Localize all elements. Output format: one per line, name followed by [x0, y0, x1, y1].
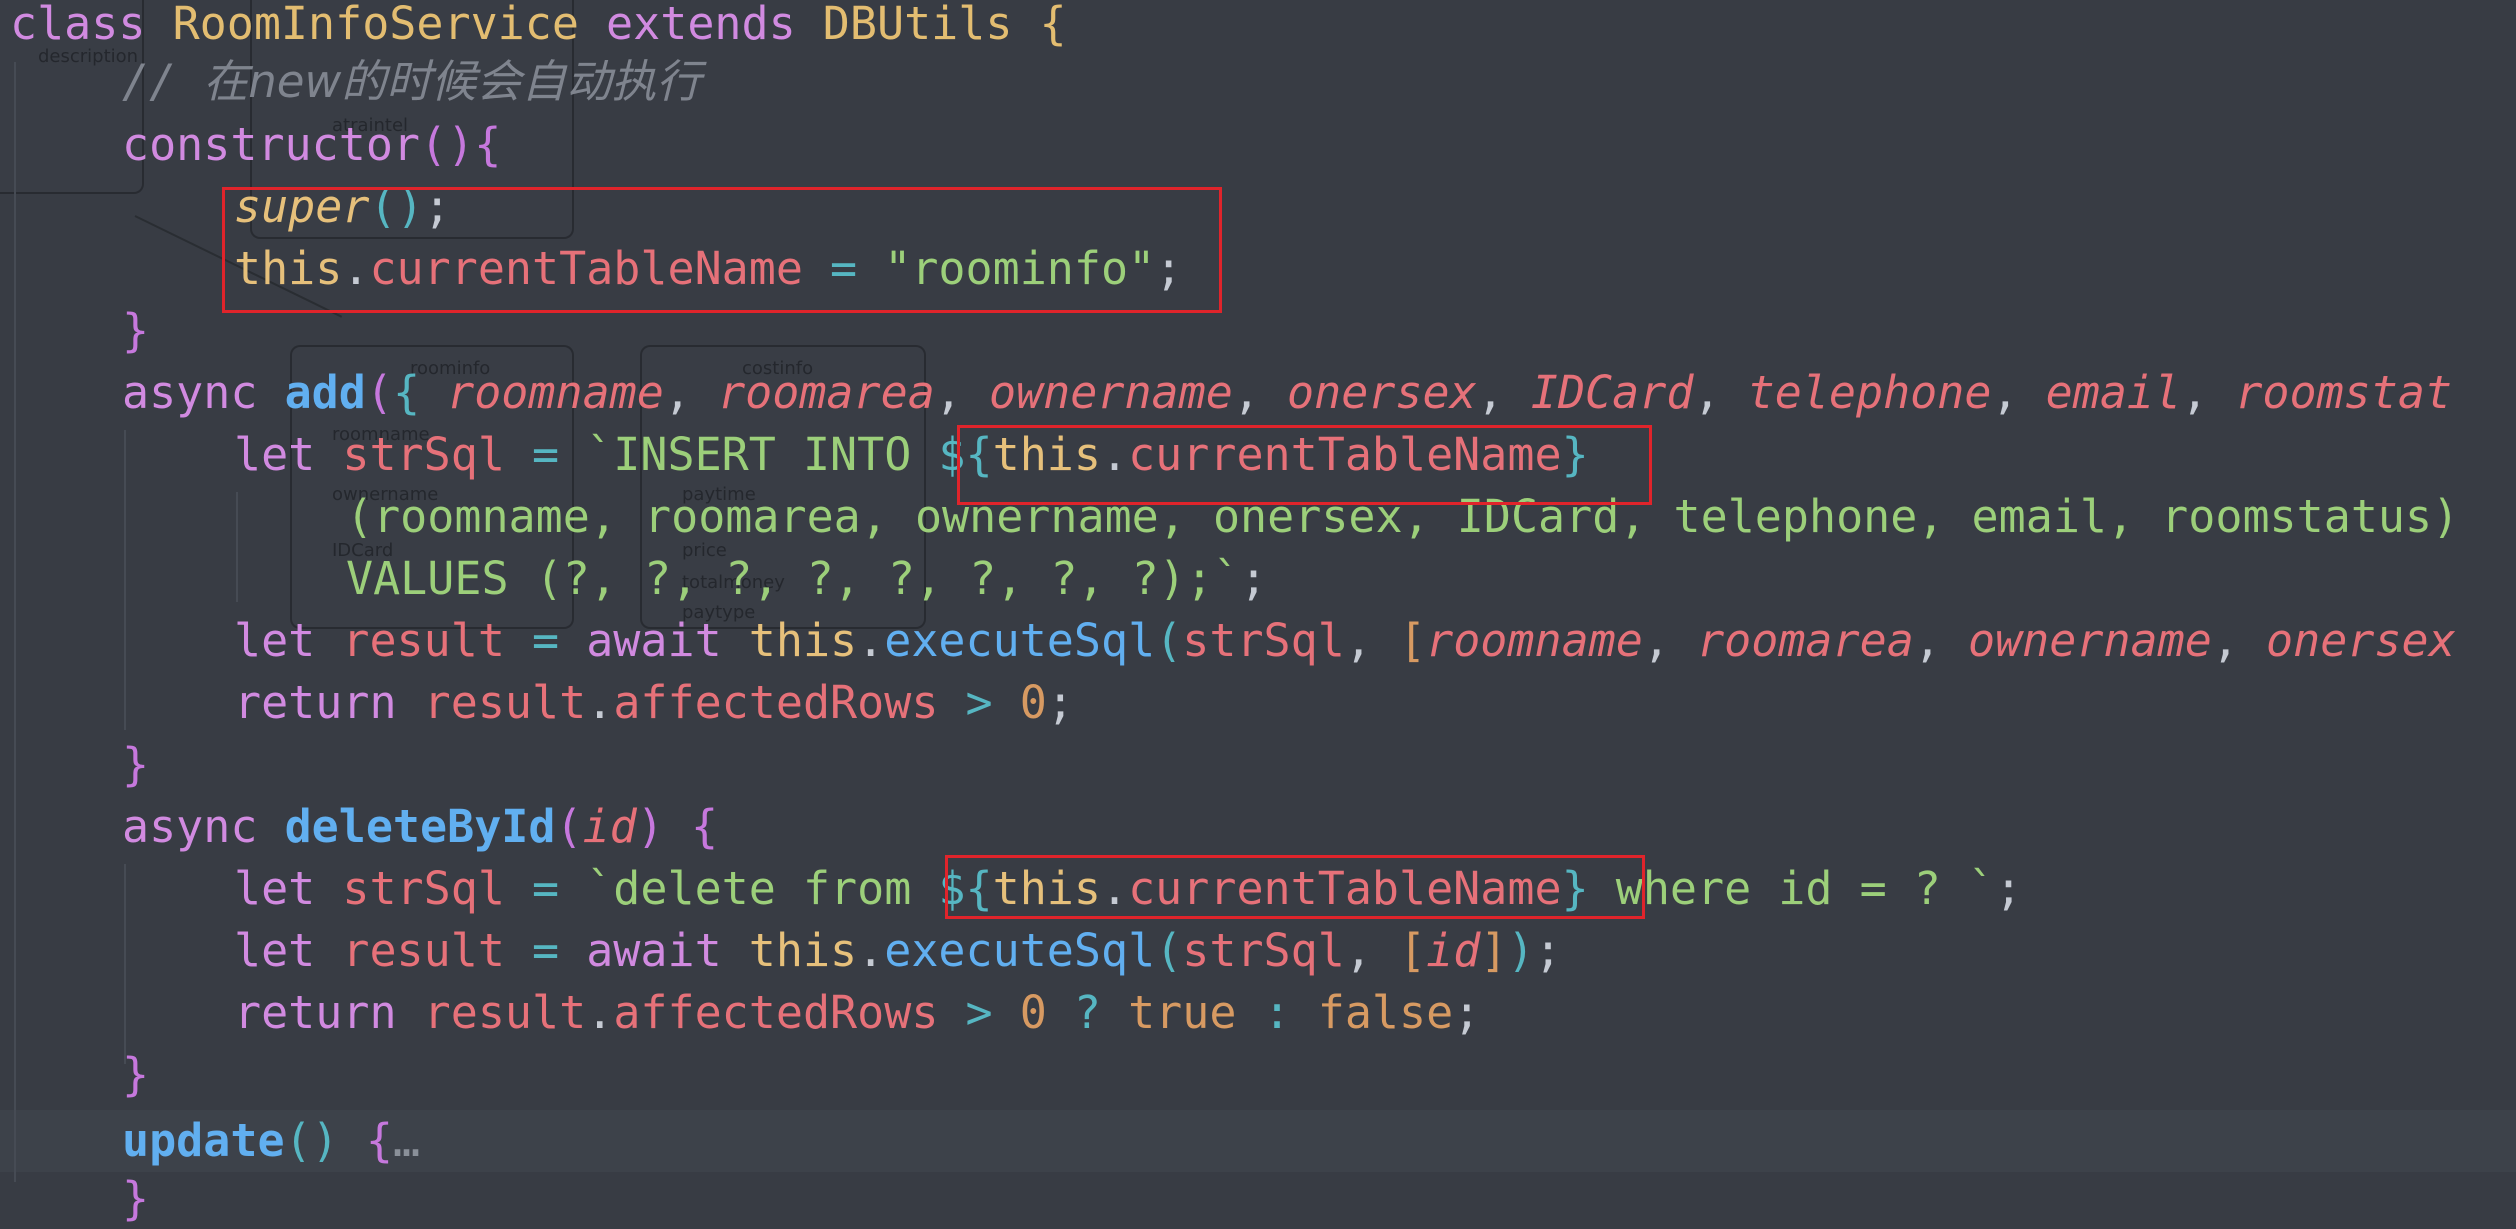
- code-line-add-return[interactable]: return result.affectedRows > 0;: [234, 672, 1074, 734]
- code-line-constructor[interactable]: constructor(){: [122, 114, 501, 176]
- indent-guide: [236, 492, 238, 602]
- fold-ellipsis-icon[interactable]: …: [393, 1114, 420, 1167]
- code-line-close-brace[interactable]: }: [122, 734, 149, 796]
- code-line-update-folded[interactable]: update() {…: [122, 1110, 420, 1172]
- code-line-delete-signature[interactable]: async deleteById(id) {: [122, 796, 718, 858]
- constructor-body-annotation-box: [222, 187, 1222, 313]
- code-editor[interactable]: description atraintel roominfo costinfo …: [0, 0, 2516, 1229]
- code-line-close-brace[interactable]: }: [122, 1168, 149, 1229]
- code-line-add-execute[interactable]: let result = await this.executeSql(strSq…: [234, 610, 2456, 672]
- code-line-delete-return[interactable]: return result.affectedRows > 0 ? true : …: [234, 982, 1480, 1044]
- code-line-comment[interactable]: // 在new的时候会自动执行: [122, 51, 701, 113]
- code-line-delete-execute[interactable]: let result = await this.executeSql(strSq…: [234, 920, 1562, 982]
- code-line-1[interactable]: class RoomInfoService extends DBUtils {: [10, 0, 1067, 55]
- indent-guide: [124, 430, 126, 730]
- code-line-close-brace[interactable]: }: [122, 1044, 149, 1106]
- insert-table-name-annotation-box: [957, 425, 1652, 505]
- code-line-close-brace[interactable]: }: [122, 300, 149, 362]
- code-line-insert-values[interactable]: VALUES (?, ?, ?, ?, ?, ?, ?, ?);`;: [346, 548, 1267, 610]
- indent-guide: [14, 62, 16, 1182]
- code-line-add-signature[interactable]: async add({ roomname, roomarea, ownernam…: [122, 362, 2452, 424]
- delete-table-name-annotation-box: [945, 855, 1645, 919]
- indent-guide: [124, 864, 126, 1064]
